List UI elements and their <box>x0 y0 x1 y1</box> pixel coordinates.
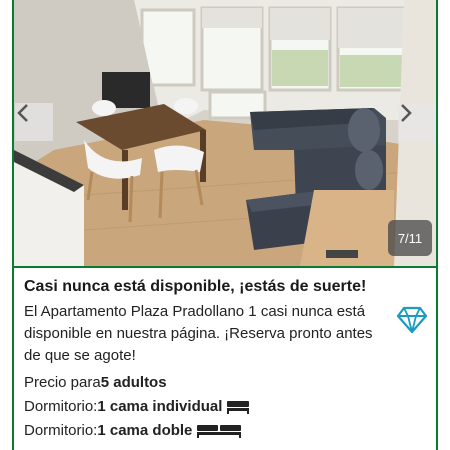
bedroom-1: Dormitorio: 1 cama individual <box>24 398 250 415</box>
photo-counter: 7/11 <box>388 220 432 256</box>
promo-description: El Apartamento Plaza Pradollano 1 casi n… <box>24 303 373 364</box>
property-photo-gallery[interactable]: 7/11 <box>14 0 436 268</box>
guest-count: 5 adultos <box>100 374 167 391</box>
bedroom-2: Dormitorio: 1 cama doble <box>24 422 242 439</box>
diamond-icon <box>396 306 428 334</box>
bedroom-label: Dormitorio: <box>24 422 98 439</box>
chevron-right-icon <box>401 104 412 122</box>
property-card: 7/11 Casi nunca está disponible, ¡estás … <box>12 0 438 450</box>
bedroom-1-beds: 1 cama individual <box>97 398 223 415</box>
single-bed-icon <box>227 400 250 414</box>
bedroom-label: Dormitorio: <box>24 398 98 415</box>
next-photo-button[interactable] <box>398 103 436 141</box>
chevron-left-icon <box>17 104 28 122</box>
promo-headline: Casi nunca está disponible, ¡estás de su… <box>24 278 367 295</box>
price-prefix: Precio para <box>24 374 101 391</box>
price-for-guests: Precio para 5 adultos <box>24 374 167 391</box>
apartment-photo <box>14 0 436 266</box>
previous-photo-button[interactable] <box>15 103 53 141</box>
bedroom-2-beds: 1 cama doble <box>97 422 193 439</box>
double-bed-icon <box>197 424 242 438</box>
